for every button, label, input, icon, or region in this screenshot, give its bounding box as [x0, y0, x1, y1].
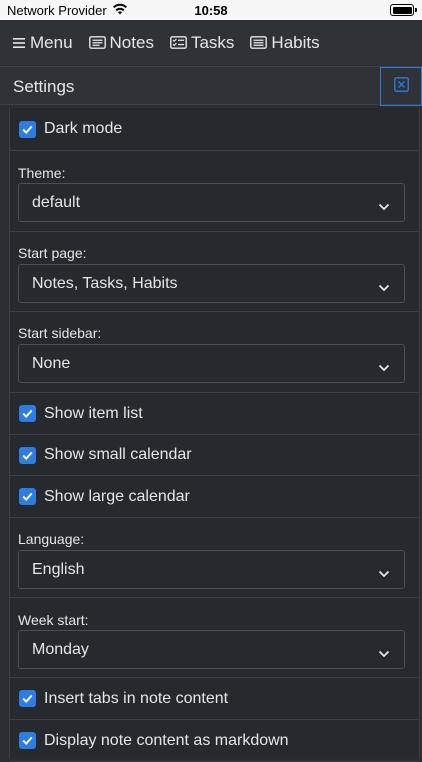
- battery-icon: [390, 4, 417, 16]
- start-page-label: Start page:: [18, 245, 87, 261]
- notes-icon: [88, 36, 106, 49]
- habits-icon: [250, 36, 268, 49]
- show-item-list-option[interactable]: Show item list: [10, 393, 419, 435]
- nav-tasks[interactable]: Tasks: [170, 33, 234, 53]
- nav-notes[interactable]: Notes: [88, 32, 154, 53]
- start-page-field: Start page: Notes, Tasks, Habits: [10, 232, 419, 312]
- display-markdown-label: Display note content as markdown: [44, 731, 289, 749]
- week-start-label: Week start:: [18, 612, 89, 628]
- theme-select[interactable]: default: [18, 183, 405, 222]
- show-small-calendar-checkbox[interactable]: [19, 446, 36, 464]
- close-icon: [393, 76, 409, 97]
- chevron-down-icon: [378, 279, 390, 297]
- chevron-down-icon: [378, 645, 390, 663]
- chevron-down-icon: [378, 198, 390, 216]
- tasks-icon: [170, 36, 187, 49]
- theme-value: default: [32, 194, 81, 211]
- nav-menu[interactable]: Menu: [12, 33, 73, 53]
- settings-title: Settings: [13, 77, 75, 96]
- chevron-down-icon: [378, 565, 390, 583]
- start-page-select[interactable]: Notes, Tasks, Habits: [18, 264, 405, 303]
- language-select[interactable]: English: [18, 550, 405, 589]
- chevron-down-icon: [378, 359, 390, 377]
- theme-label: Theme:: [18, 165, 66, 181]
- show-small-calendar-label: Show small calendar: [44, 446, 192, 463]
- dark-mode-label: Dark mode: [44, 120, 123, 137]
- settings-header: Settings: [0, 66, 422, 106]
- insert-tabs-option[interactable]: Insert tabs in note content: [10, 678, 419, 720]
- start-sidebar-select[interactable]: None: [18, 344, 405, 383]
- display-markdown-checkbox[interactable]: [19, 732, 36, 749]
- start-page-value: Notes, Tasks, Habits: [32, 275, 178, 292]
- nav-habits[interactable]: Habits: [250, 32, 320, 53]
- dark-mode-option[interactable]: Dark mode: [10, 108, 419, 151]
- display-markdown-option[interactable]: Display note content as markdown: [10, 720, 419, 762]
- show-item-list-label: Show item list: [44, 404, 143, 422]
- week-start-field: Week start: Monday: [10, 598, 419, 678]
- insert-tabs-checkbox[interactable]: [19, 690, 36, 707]
- top-nav: Menu Notes Tasks Habits: [0, 20, 422, 65]
- start-sidebar-label: Start sidebar:: [18, 325, 102, 341]
- settings-panel: Dark mode Theme: default Start page: Not…: [9, 108, 420, 762]
- theme-field: Theme: default: [10, 151, 419, 232]
- show-small-calendar-option[interactable]: Show small calendar: [10, 435, 419, 476]
- clock: 10:58: [194, 3, 228, 18]
- language-label: Language:: [18, 531, 85, 547]
- insert-tabs-label: Insert tabs in note content: [44, 689, 229, 707]
- nav-menu-label: Menu: [30, 32, 73, 52]
- status-bar: Network Provider 10:58: [0, 0, 422, 20]
- start-sidebar-field: Start sidebar: None: [10, 312, 419, 393]
- dark-mode-checkbox[interactable]: [19, 120, 36, 138]
- language-field: Language: English: [10, 518, 419, 598]
- show-item-list-checkbox[interactable]: [19, 405, 36, 422]
- nav-habits-label: Habits: [271, 32, 320, 52]
- start-sidebar-value: None: [32, 355, 71, 372]
- language-value: English: [32, 561, 85, 578]
- hamburger-icon: [12, 37, 26, 49]
- week-start-value: Monday: [32, 641, 89, 658]
- show-large-calendar-checkbox[interactable]: [19, 488, 36, 505]
- nav-tasks-label: Tasks: [190, 32, 235, 52]
- nav-notes-label: Notes: [109, 32, 154, 52]
- week-start-select[interactable]: Monday: [18, 630, 405, 669]
- close-button[interactable]: [380, 67, 422, 106]
- show-large-calendar-label: Show large calendar: [44, 487, 190, 505]
- show-large-calendar-option[interactable]: Show large calendar: [10, 476, 419, 518]
